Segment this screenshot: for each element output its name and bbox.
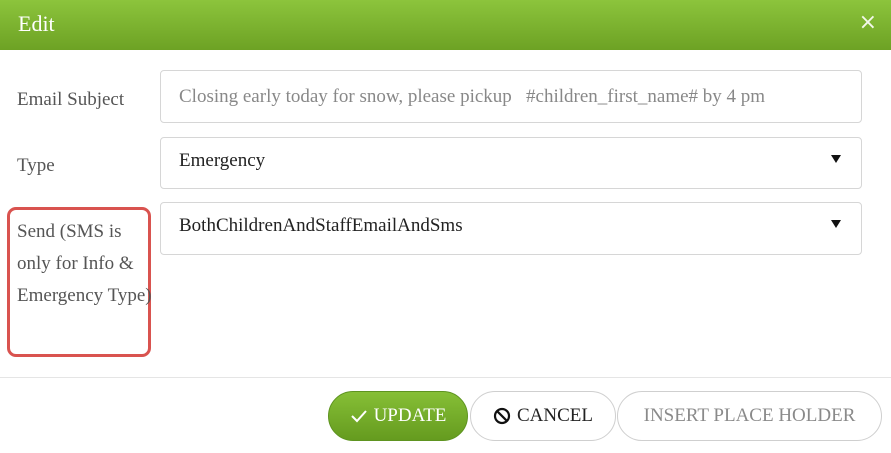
dialog-title: Edit <box>18 11 55 36</box>
caret-down-icon <box>831 220 841 228</box>
cancel-button[interactable]: CANCEL <box>470 391 616 441</box>
type-label: Type <box>17 155 55 176</box>
send-selected-value: BothChildrenAndStaffEmailAndSms <box>179 215 463 236</box>
email-subject-input[interactable] <box>161 71 861 122</box>
insert-placeholder-button[interactable]: INSERT PLACE HOLDER <box>617 391 882 441</box>
type-select[interactable]: Emergency <box>160 137 862 189</box>
close-icon[interactable]: × <box>859 12 877 34</box>
type-selected-value: Emergency <box>179 150 266 171</box>
update-button-label: UPDATE <box>373 405 447 426</box>
footer-divider <box>0 377 891 378</box>
email-subject-label: Email Subject <box>17 89 125 110</box>
insert-placeholder-button-label: INSERT PLACE HOLDER <box>643 405 856 426</box>
email-subject-field[interactable] <box>160 70 862 123</box>
ban-icon <box>493 407 511 425</box>
cancel-button-label: CANCEL <box>517 405 593 426</box>
send-label: Send (SMS is only for Info & Emergency T… <box>17 221 152 306</box>
caret-down-icon <box>831 155 841 163</box>
check-icon <box>350 409 368 423</box>
send-select[interactable]: BothChildrenAndStaffEmailAndSms <box>160 202 862 255</box>
update-button[interactable]: UPDATE <box>328 391 468 441</box>
dialog-header: Edit × <box>0 0 891 50</box>
